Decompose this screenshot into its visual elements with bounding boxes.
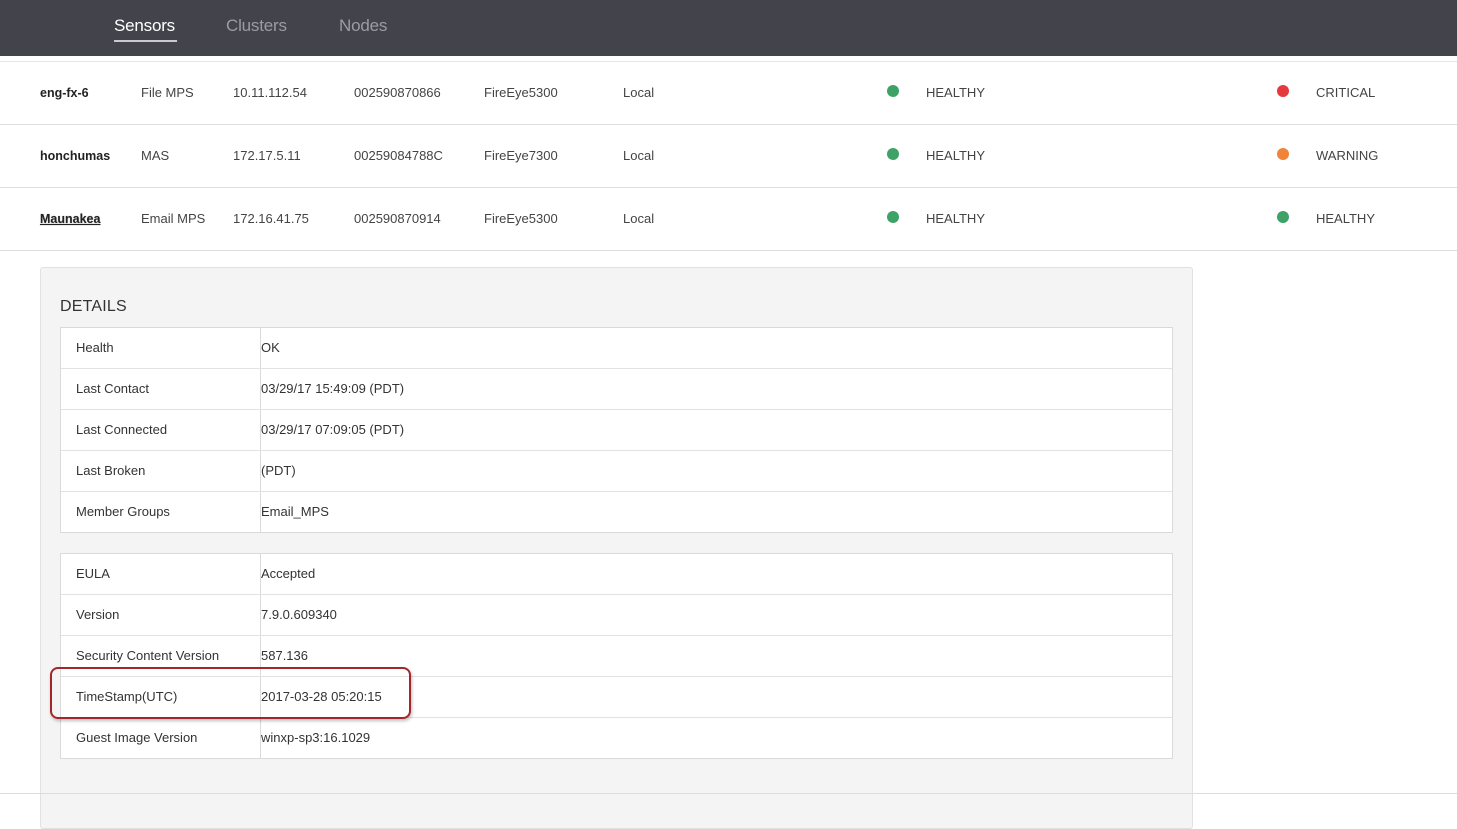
details-value: 03/29/17 15:49:09 (PDT): [261, 381, 405, 396]
details-row: TimeStamp(UTC) 2017-03-28 05:20:15: [61, 677, 1172, 718]
alert-status-text: WARNING: [1316, 148, 1379, 163]
details-key: Security Content Version: [61, 636, 261, 676]
health-status-text: HEALTHY: [926, 211, 985, 226]
health-status-text: HEALTHY: [926, 85, 985, 100]
details-row: Last Connected 03/29/17 07:09:05 (PDT): [61, 410, 1172, 451]
sensor-location: Local: [623, 148, 655, 163]
sensor-location: Local: [623, 211, 655, 226]
health-status-dot-icon: [887, 85, 899, 97]
details-table-version: EULA Accepted Version 7.9.0.609340 Security …: [60, 553, 1173, 759]
sensor-row[interactable]: Maunakea Email MPS 172.16.41.75 00259087091…: [0, 188, 1457, 251]
details-row: Last Contact 03/29/17 15:49:09 (PDT): [61, 369, 1172, 410]
details-value: Email_MPS: [261, 504, 329, 519]
sensor-serial: 00259084788C: [354, 148, 443, 163]
details-row: Health OK: [61, 328, 1172, 369]
details-table-status: Health OK Last Contact 03/29/17 15:49:09 (P…: [60, 327, 1173, 533]
sensor-type: File MPS: [141, 85, 194, 100]
details-key: Member Groups: [61, 492, 261, 532]
alert-status-text: HEALTHY: [1316, 211, 1375, 226]
details-row: Last Broken (PDT): [61, 451, 1172, 492]
sensor-type: Email MPS: [141, 211, 206, 226]
details-row: EULA Accepted: [61, 554, 1172, 595]
sensor-row[interactable]: honchumas MAS 172.17.5.11 00259084788C FireE…: [0, 125, 1457, 188]
details-value: Accepted: [261, 566, 316, 581]
details-value: 2017-03-28 05:20:15: [261, 689, 382, 704]
details-row: Guest Image Version winxp-sp3:16.1029: [61, 718, 1172, 758]
health-status-dot-icon: [887, 148, 899, 160]
details-key: Last Connected: [61, 410, 261, 450]
sensor-serial: 002590870914: [354, 211, 441, 226]
details-key: Guest Image Version: [61, 718, 261, 758]
alert-status-text: CRITICAL: [1316, 85, 1376, 100]
details-value: winxp-sp3:16.1029: [261, 730, 371, 745]
details-value: (PDT): [261, 463, 296, 478]
tab-sensors[interactable]: Sensors: [114, 16, 175, 36]
details-row: Version 7.9.0.609340: [61, 595, 1172, 636]
details-key: Last Broken: [61, 451, 261, 491]
details-key: EULA: [61, 554, 261, 594]
details-value: OK: [261, 340, 280, 355]
alert-status-dot-icon: [1277, 148, 1289, 160]
details-key: Last Contact: [61, 369, 261, 409]
sensor-ip: 172.17.5.11: [233, 148, 301, 163]
details-value: 587.136: [261, 648, 308, 663]
details-row: Member Groups Email_MPS: [61, 492, 1172, 532]
details-row: Security Content Version 587.136: [61, 636, 1172, 677]
sensor-type: MAS: [141, 148, 170, 163]
alert-status-dot-icon: [1277, 85, 1289, 97]
tab-nodes[interactable]: Nodes: [339, 16, 387, 36]
sensor-name[interactable]: eng-fx-6: [40, 62, 89, 124]
sensor-name[interactable]: Maunakea: [40, 188, 100, 250]
tab-clusters[interactable]: Clusters: [226, 16, 287, 36]
sensor-ip: 10.11.112.54: [233, 85, 307, 100]
sensor-model: FireEye5300: [484, 85, 558, 100]
alert-status-dot-icon: [1277, 211, 1289, 223]
sensor-location: Local: [623, 85, 655, 100]
bottom-divider: [0, 793, 1457, 794]
sensor-row[interactable]: eng-fx-6 File MPS 10.11.112.54 002590870866…: [0, 62, 1457, 125]
sensor-model: FireEye7300: [484, 148, 558, 163]
details-key: Version: [61, 595, 261, 635]
details-value: 7.9.0.609340: [261, 607, 337, 622]
details-key: Health: [61, 328, 261, 368]
details-key: TimeStamp(UTC): [61, 677, 261, 717]
health-status-text: HEALTHY: [926, 148, 985, 163]
sensor-name[interactable]: honchumas: [40, 125, 110, 187]
top-nav-bar: Sensors Clusters Nodes: [0, 0, 1457, 56]
sensor-serial: 002590870866: [354, 85, 441, 100]
active-tab-indicator: [114, 40, 177, 42]
details-value: 03/29/17 07:09:05 (PDT): [261, 422, 405, 437]
sensor-ip: 172.16.41.75: [233, 211, 309, 226]
sensor-model: FireEye5300: [484, 211, 558, 226]
health-status-dot-icon: [887, 211, 899, 223]
details-title: DETAILS: [60, 298, 127, 315]
